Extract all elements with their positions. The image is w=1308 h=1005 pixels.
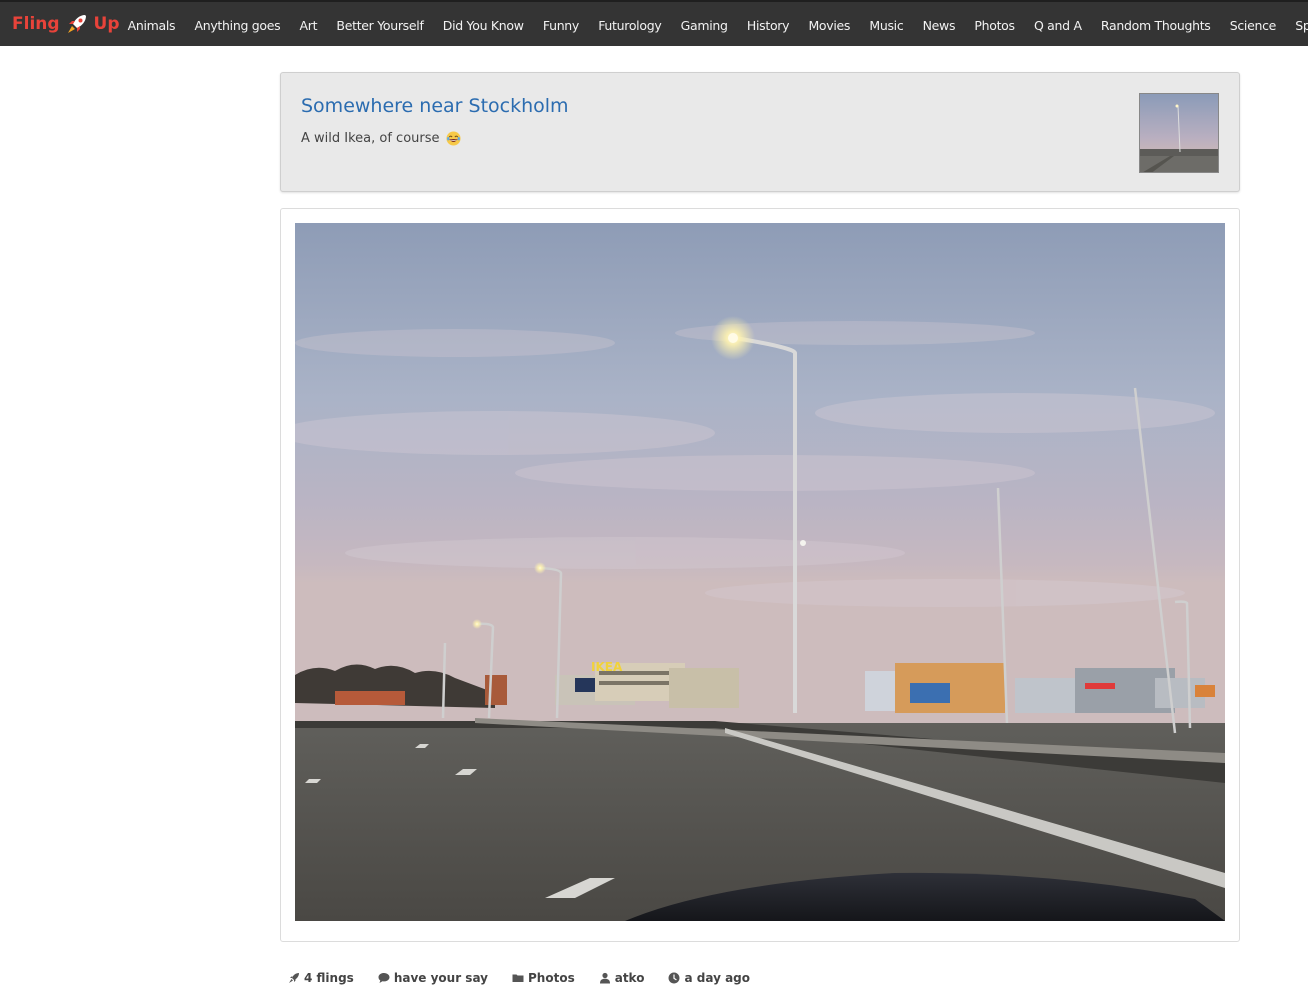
author-link[interactable]: atko (599, 971, 645, 985)
street-photo-image: IKEA (295, 223, 1225, 921)
top-navigation: Fling Up Animals Anything goes Art Better Y… (0, 0, 1308, 46)
nav-item-anything-goes[interactable]: Anything goes (185, 18, 290, 33)
logo-word-fling: Fling (12, 14, 60, 34)
nav-item-random-thoughts[interactable]: Random Thoughts (1091, 18, 1220, 33)
post-thumbnail[interactable] (1139, 93, 1219, 173)
nav-item-q-and-a[interactable]: Q and A (1024, 18, 1091, 33)
nav-item-better-yourself[interactable]: Better Yourself (327, 18, 433, 33)
nav-item-science[interactable]: Science (1220, 18, 1286, 33)
post-description: A wild Ikea, of course (301, 131, 461, 146)
folder-icon (512, 974, 524, 982)
site-logo[interactable]: Fling Up (12, 11, 120, 37)
flings-count[interactable]: 4 flings (288, 971, 354, 985)
nav-item-animals[interactable]: Animals (118, 18, 185, 33)
clock-icon (668, 972, 680, 984)
nav-item-futurology[interactable]: Futurology (589, 18, 671, 33)
rocket-icon (289, 973, 299, 983)
thumbnail-image (1140, 94, 1218, 172)
author-link-text: atko (614, 971, 645, 985)
comment-bubble-icon (378, 973, 390, 983)
post-time-text: a day ago (684, 971, 750, 985)
ikea-sign: IKEA (591, 660, 623, 674)
user-icon (599, 972, 610, 984)
post-time: a day ago (668, 971, 750, 985)
nav-item-sports[interactable]: Sports (1286, 18, 1308, 33)
nav-item-did-you-know[interactable]: Did You Know (433, 18, 533, 33)
logo-word-up: Up (93, 14, 120, 34)
comments-link-text: have your say (393, 971, 488, 985)
comments-link[interactable]: have your say (378, 971, 488, 985)
nav-item-news[interactable]: News (913, 18, 965, 33)
flings-count-text: 4 flings (304, 971, 354, 985)
category-menu: Animals Anything goes Art Better Yourself Di… (118, 2, 1308, 46)
nav-item-history[interactable]: History (737, 18, 799, 33)
nav-item-art[interactable]: Art (290, 18, 327, 33)
post-header-card: Somewhere near Stockholm A wild Ikea, of… (280, 72, 1240, 192)
post-image-card: IKEA (280, 208, 1240, 942)
nav-item-movies[interactable]: Movies (799, 18, 860, 33)
post-photo[interactable]: IKEA (295, 223, 1225, 921)
nav-item-music[interactable]: Music (860, 18, 913, 33)
post-meta-bar: 4 flings have your say Photos atko a day… (288, 968, 774, 988)
laughing-emoji-icon (445, 131, 461, 146)
post-description-text: A wild Ikea, of course (301, 131, 440, 146)
rocket-icon (67, 15, 86, 33)
nav-item-funny[interactable]: Funny (533, 18, 588, 33)
category-link[interactable]: Photos (512, 971, 575, 985)
category-link-text: Photos (528, 971, 575, 985)
nav-item-gaming[interactable]: Gaming (671, 18, 737, 33)
post-title-link[interactable]: Somewhere near Stockholm (301, 95, 569, 117)
nav-item-photos[interactable]: Photos (965, 18, 1025, 33)
